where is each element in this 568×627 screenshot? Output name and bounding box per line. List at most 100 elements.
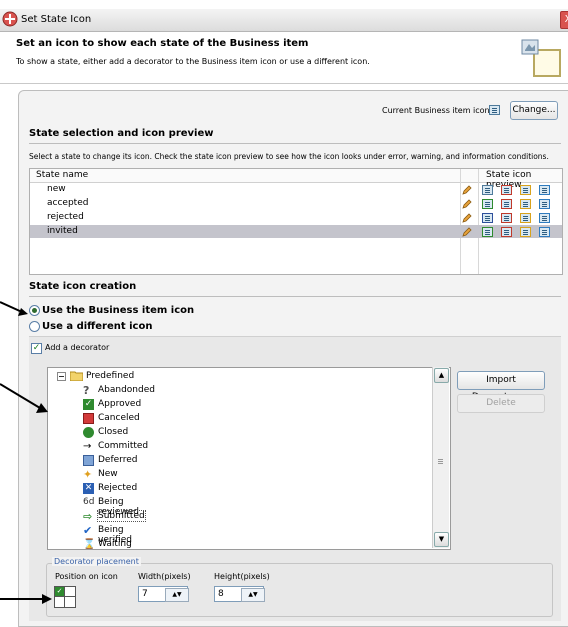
width-value: 7: [142, 589, 148, 599]
decorator-tree[interactable]: Predefined ? Abandonded ✓ Approved Cance…: [47, 367, 451, 550]
import-decorators-button[interactable]: Import Decorators...: [457, 371, 545, 402]
grid-line: [64, 587, 65, 607]
preview-info-icon: [539, 199, 550, 209]
preview-warning-icon: [520, 185, 531, 195]
tree-item-label: Rejected: [98, 483, 138, 493]
preview-normal-icon: [482, 213, 493, 223]
height-spinner[interactable]: 8 ▲▼: [214, 586, 265, 602]
tree-item-label: Canceled: [98, 413, 140, 423]
preview-warning-icon: [520, 213, 531, 223]
business-item-icon: [489, 105, 500, 115]
preview-normal-icon: [482, 227, 493, 237]
glasses-icon: 6d: [83, 497, 95, 507]
rejected-x-icon: ✕: [83, 483, 94, 494]
question-icon: ?: [83, 384, 90, 397]
preview-normal-icon: [482, 199, 493, 209]
preview-error-icon: [501, 213, 512, 223]
decorator-placement-group: [46, 563, 553, 617]
delete-button[interactable]: Delete: [457, 394, 545, 413]
edit-pencil-icon[interactable]: [462, 185, 472, 195]
window-title: Set State Icon: [21, 14, 92, 25]
state-selection-title: State selection and icon preview: [29, 128, 214, 139]
change-button[interactable]: Change...: [510, 101, 558, 120]
preview-normal-icon: [482, 185, 493, 195]
new-star-icon: ✦: [83, 468, 93, 481]
table-header: State name State icon preview: [30, 169, 562, 190]
use-different-icon-radio[interactable]: [29, 321, 40, 332]
add-decorator-checkbox[interactable]: ✓: [31, 343, 42, 354]
preview-info-icon: [539, 185, 550, 195]
header-title: Set an icon to show each state of the Bu…: [16, 38, 309, 49]
callout-arrow: [0, 301, 28, 316]
collapse-icon[interactable]: [57, 372, 66, 381]
state-name-cell: new: [47, 184, 66, 194]
grid-line: [55, 596, 75, 597]
use-business-item-icon-radio[interactable]: [29, 305, 40, 316]
tree-item-label: New: [98, 469, 118, 479]
tree-item-label: Submitted: [97, 510, 146, 522]
tree-item-label: Deferred: [98, 455, 138, 465]
tree-item-label: Waiting: [98, 539, 132, 549]
hourglass-icon: ⌛: [83, 539, 96, 550]
height-label: Height(pixels): [214, 572, 270, 581]
preview-info-icon: [539, 213, 550, 223]
edit-pencil-icon[interactable]: [462, 199, 472, 209]
state-name-cell: invited: [47, 226, 78, 236]
preview-error-icon: [501, 227, 512, 237]
tree-item-label: Approved: [98, 399, 142, 409]
tree-item-label: Committed: [98, 441, 149, 451]
committed-arrow-icon: →: [83, 441, 92, 452]
submitted-arrow-icon: ⇨: [83, 510, 93, 523]
scroll-grip[interactable]: [438, 459, 443, 460]
position-on-icon-label: Position on icon: [55, 572, 118, 581]
preview-warning-icon: [520, 199, 531, 209]
state-name-cell: rejected: [47, 212, 84, 222]
scroll-down-button[interactable]: ▼: [434, 532, 449, 547]
verified-check-icon: ✔: [83, 524, 93, 537]
separator: [29, 296, 561, 297]
closed-icon: [83, 427, 94, 438]
edit-pencil-icon[interactable]: [462, 213, 472, 223]
tree-item-label: Closed: [98, 427, 129, 437]
callout-arrow: [0, 383, 48, 413]
set-state-icon-dialog: Set State Icon X Set an icon to show eac…: [0, 0, 568, 627]
separator: [29, 143, 561, 144]
close-button[interactable]: X: [560, 11, 568, 29]
preview-info-icon: [539, 227, 550, 237]
decorator-placement-label: Decorator placement: [52, 557, 141, 566]
column-state-name: State name: [36, 170, 89, 180]
spinner-arrows-icon[interactable]: ▲▼: [241, 588, 265, 602]
state-selection-description: Select a state to change its icon. Check…: [29, 152, 549, 161]
wizard-banner-icon: [521, 39, 561, 77]
use-different-icon-label: Use a different icon: [42, 321, 153, 332]
callout-arrow: [0, 594, 52, 604]
edit-pencil-icon[interactable]: [462, 227, 472, 237]
preview-error-icon: [501, 199, 512, 209]
tree-root-label: Predefined: [86, 371, 135, 381]
state-icon-creation-title: State icon creation: [29, 281, 137, 292]
tree-scrollbar[interactable]: ▲ ▼: [432, 367, 449, 548]
state-table[interactable]: State name State icon preview new accept…: [29, 168, 563, 275]
position-selected-icon: ✓: [55, 587, 64, 596]
width-spinner[interactable]: 7 ▲▼: [138, 586, 189, 602]
preview-warning-icon: [520, 227, 531, 237]
state-name-cell: accepted: [47, 198, 89, 208]
use-business-item-icon-label: Use the Business item icon: [42, 305, 195, 316]
position-grid[interactable]: ✓: [54, 586, 76, 608]
add-decorator-label: Add a decorator: [45, 343, 110, 352]
scroll-up-button[interactable]: ▲: [434, 368, 449, 383]
folder-icon: [70, 371, 83, 381]
preview-error-icon: [501, 185, 512, 195]
dialog-header: Set an icon to show each state of the Bu…: [0, 32, 568, 84]
height-value: 8: [218, 589, 224, 599]
deferred-icon: [83, 455, 94, 466]
header-subtitle: To show a state, either add a decorator …: [16, 57, 370, 66]
canceled-icon: [83, 413, 94, 424]
app-icon: [2, 11, 18, 27]
width-label: Width(pixels): [138, 572, 191, 581]
spinner-arrows-icon[interactable]: ▲▼: [165, 588, 189, 602]
approved-check-icon: ✓: [83, 399, 94, 410]
tree-item-label: Abandonded: [98, 385, 155, 395]
current-icon-label: Current Business item icon: [382, 106, 490, 115]
title-bar: Set State Icon X: [0, 9, 568, 32]
